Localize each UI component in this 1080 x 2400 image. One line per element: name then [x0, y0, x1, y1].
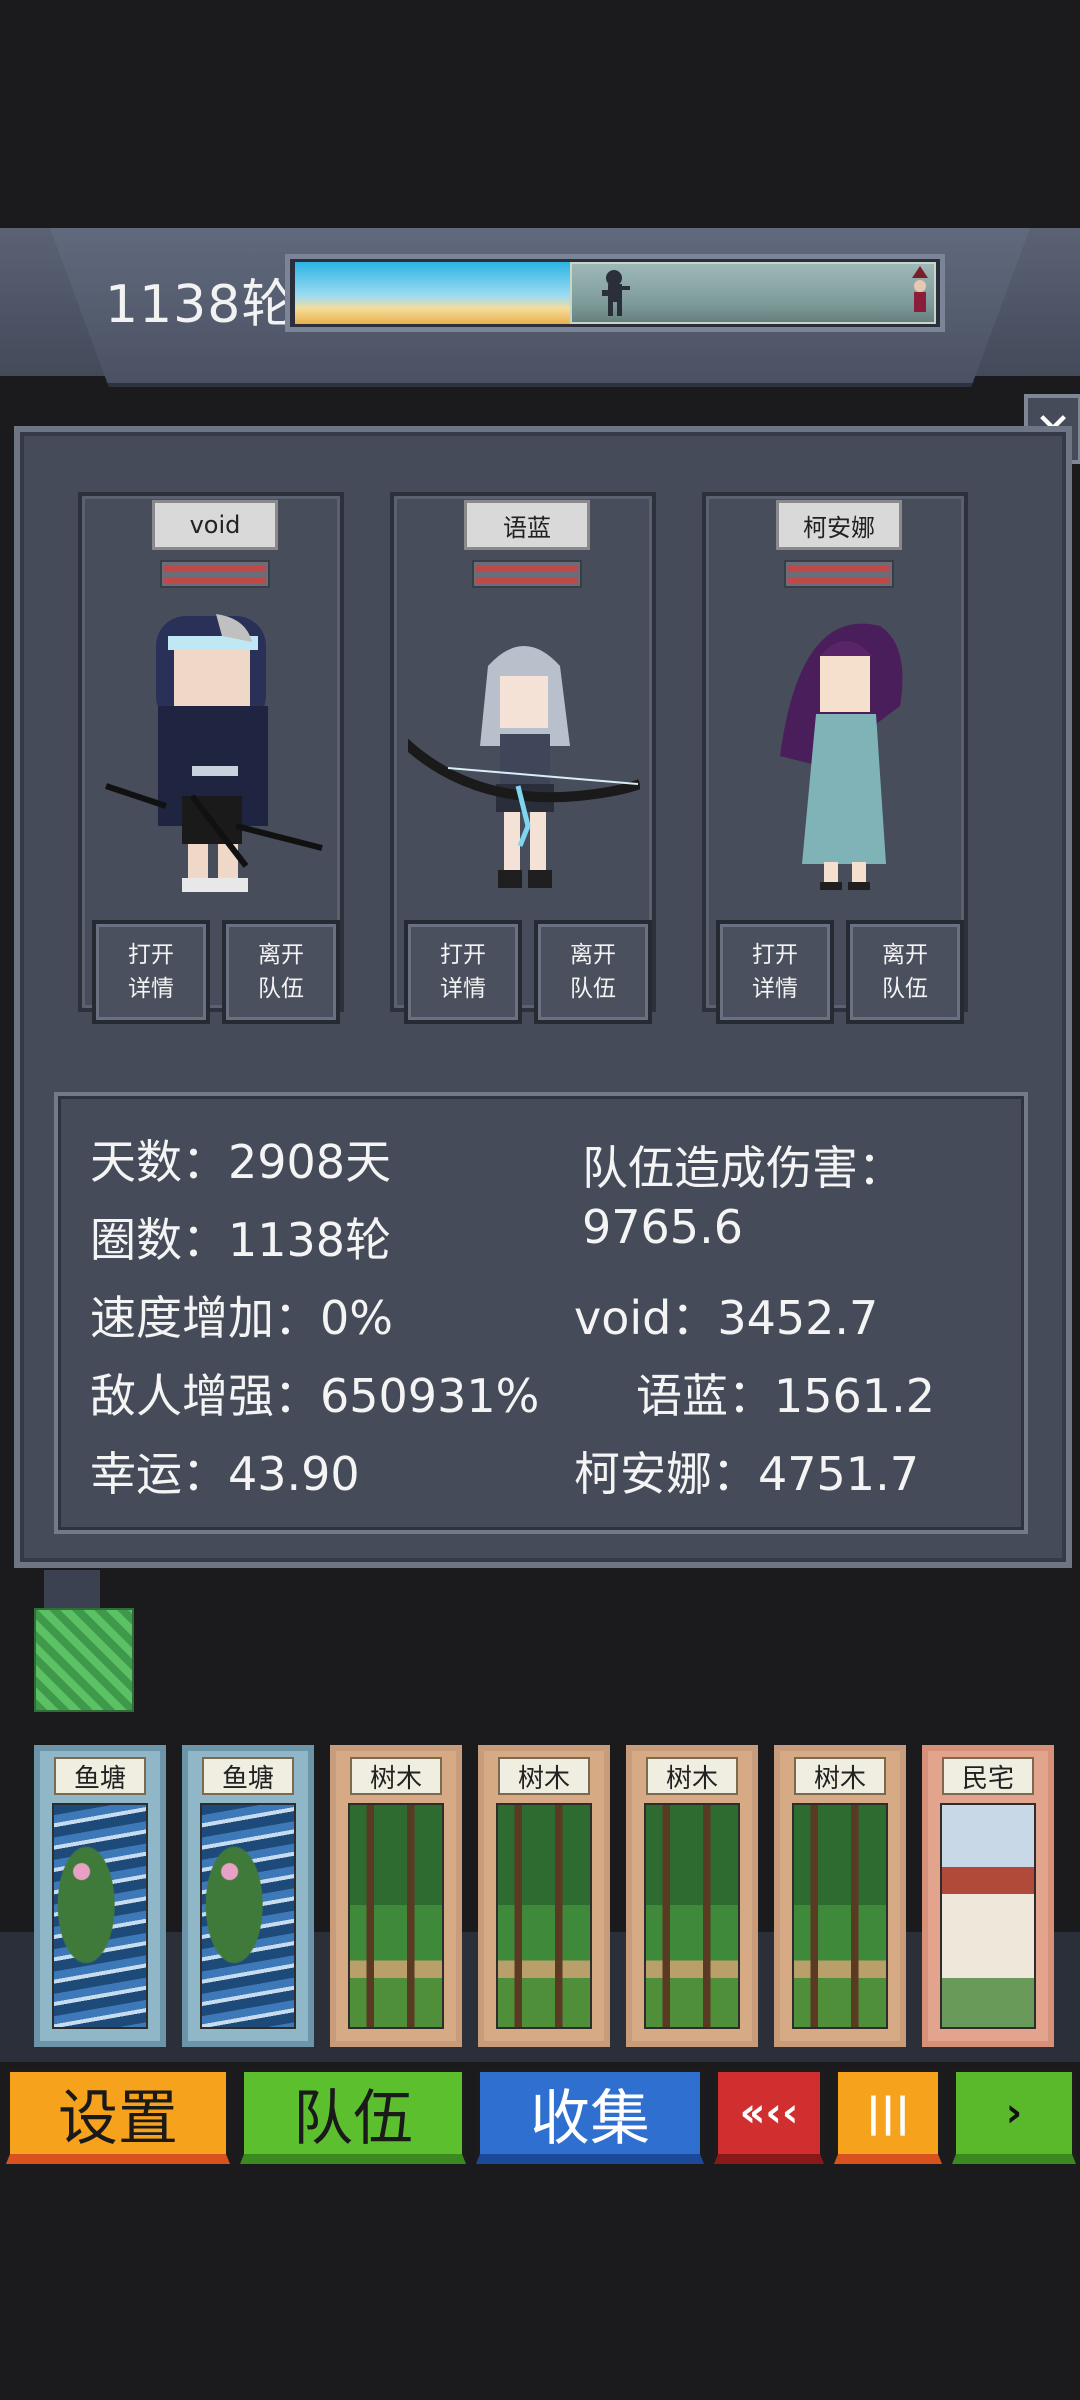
card-title: 树木	[794, 1757, 886, 1795]
pond-card-art	[52, 1803, 148, 2029]
team-damage-value: 9765.6	[582, 1200, 743, 1254]
yulan-character-sprite	[408, 646, 640, 888]
hero-sprite-icon	[602, 266, 928, 316]
open-details-button[interactable]: 打开 详情	[716, 920, 834, 1024]
open-details-button[interactable]: 打开 详情	[92, 920, 210, 1024]
round-counter: 1138轮	[105, 275, 295, 335]
stat-luck: 幸运：43.90	[90, 1447, 360, 1501]
member-health-bar	[784, 560, 894, 588]
collect-button[interactable]: 收集	[476, 2068, 704, 2164]
card-forest[interactable]: 树木	[774, 1745, 906, 2047]
enemy-sprite-icon	[912, 266, 928, 312]
member-health-bar	[160, 560, 270, 588]
void-character-sprite	[105, 614, 323, 892]
team-button[interactable]: 队伍	[240, 2068, 466, 2164]
keanna-character-sprite	[780, 623, 903, 890]
member-name-tag: 语蓝	[464, 500, 590, 550]
card-title: 树木	[350, 1757, 442, 1795]
house-card-art	[940, 1803, 1036, 2029]
card-forest[interactable]: 树木	[478, 1745, 610, 2047]
void-damage: void：3452.7	[574, 1291, 879, 1345]
keanna-damage: 柯安娜：4751.7	[574, 1447, 919, 1501]
team-member-card-yulan: 语蓝 打开 详情 离开 队伍	[390, 492, 656, 1024]
card-pond[interactable]: 鱼塘	[34, 1745, 166, 2047]
leave-team-button[interactable]: 离开 队伍	[846, 920, 964, 1024]
settings-button[interactable]: 设置	[6, 2068, 230, 2164]
pause-icon[interactable]: |||	[834, 2068, 942, 2164]
rewind-speed-icon[interactable]: «‹‹	[714, 2068, 824, 2164]
forest-card-art	[644, 1803, 740, 2029]
team-member-card-void: void 打开 详情 离开 队伍	[78, 492, 344, 1024]
team-stats-box: 天数：2908天 圈数：1138轮 速度增加：0% 敌人增强：650931% 幸…	[54, 1092, 1028, 1534]
member-health-bar	[472, 560, 582, 588]
leave-team-button[interactable]: 离开 队伍	[534, 920, 652, 1024]
stat-rounds: 圈数：1138轮	[90, 1213, 392, 1267]
pond-card-art	[200, 1803, 296, 2029]
member-name-tag: 柯安娜	[776, 500, 902, 550]
card-forest[interactable]: 树木	[330, 1745, 462, 2047]
team-member-card-keanna: 柯安娜 打开 详情 离开 队伍	[702, 492, 968, 1024]
yulan-damage: 语蓝：1561.2	[636, 1369, 935, 1423]
forest-card-art	[792, 1803, 888, 2029]
team-damage-label: 队伍造成伤害：	[582, 1141, 904, 1195]
forest-card-art	[496, 1803, 592, 2029]
card-title: 树木	[498, 1757, 590, 1795]
open-details-button[interactable]: 打开 详情	[404, 920, 522, 1024]
card-forest[interactable]: 树木	[626, 1745, 758, 2047]
member-name-tag: void	[152, 500, 278, 550]
leave-team-button[interactable]: 离开 队伍	[222, 920, 340, 1024]
route-progress-fill	[295, 262, 570, 324]
route-progress-scene	[570, 262, 936, 324]
card-title: 民宅	[942, 1757, 1034, 1795]
map-tile[interactable]	[34, 1608, 134, 1712]
map-post	[44, 1570, 100, 1610]
card-title: 鱼塘	[202, 1757, 294, 1795]
card-title: 鱼塘	[54, 1757, 146, 1795]
card-house[interactable]: 民宅	[922, 1745, 1054, 2047]
forest-card-art	[348, 1803, 444, 2029]
stat-days: 天数：2908天	[90, 1135, 392, 1189]
play-icon[interactable]: ›	[952, 2068, 1076, 2164]
stat-enemy-boost: 敌人增强：650931%	[90, 1369, 540, 1423]
stat-speed: 速度增加：0%	[90, 1291, 393, 1345]
card-pond[interactable]: 鱼塘	[182, 1745, 314, 2047]
card-title: 树木	[646, 1757, 738, 1795]
